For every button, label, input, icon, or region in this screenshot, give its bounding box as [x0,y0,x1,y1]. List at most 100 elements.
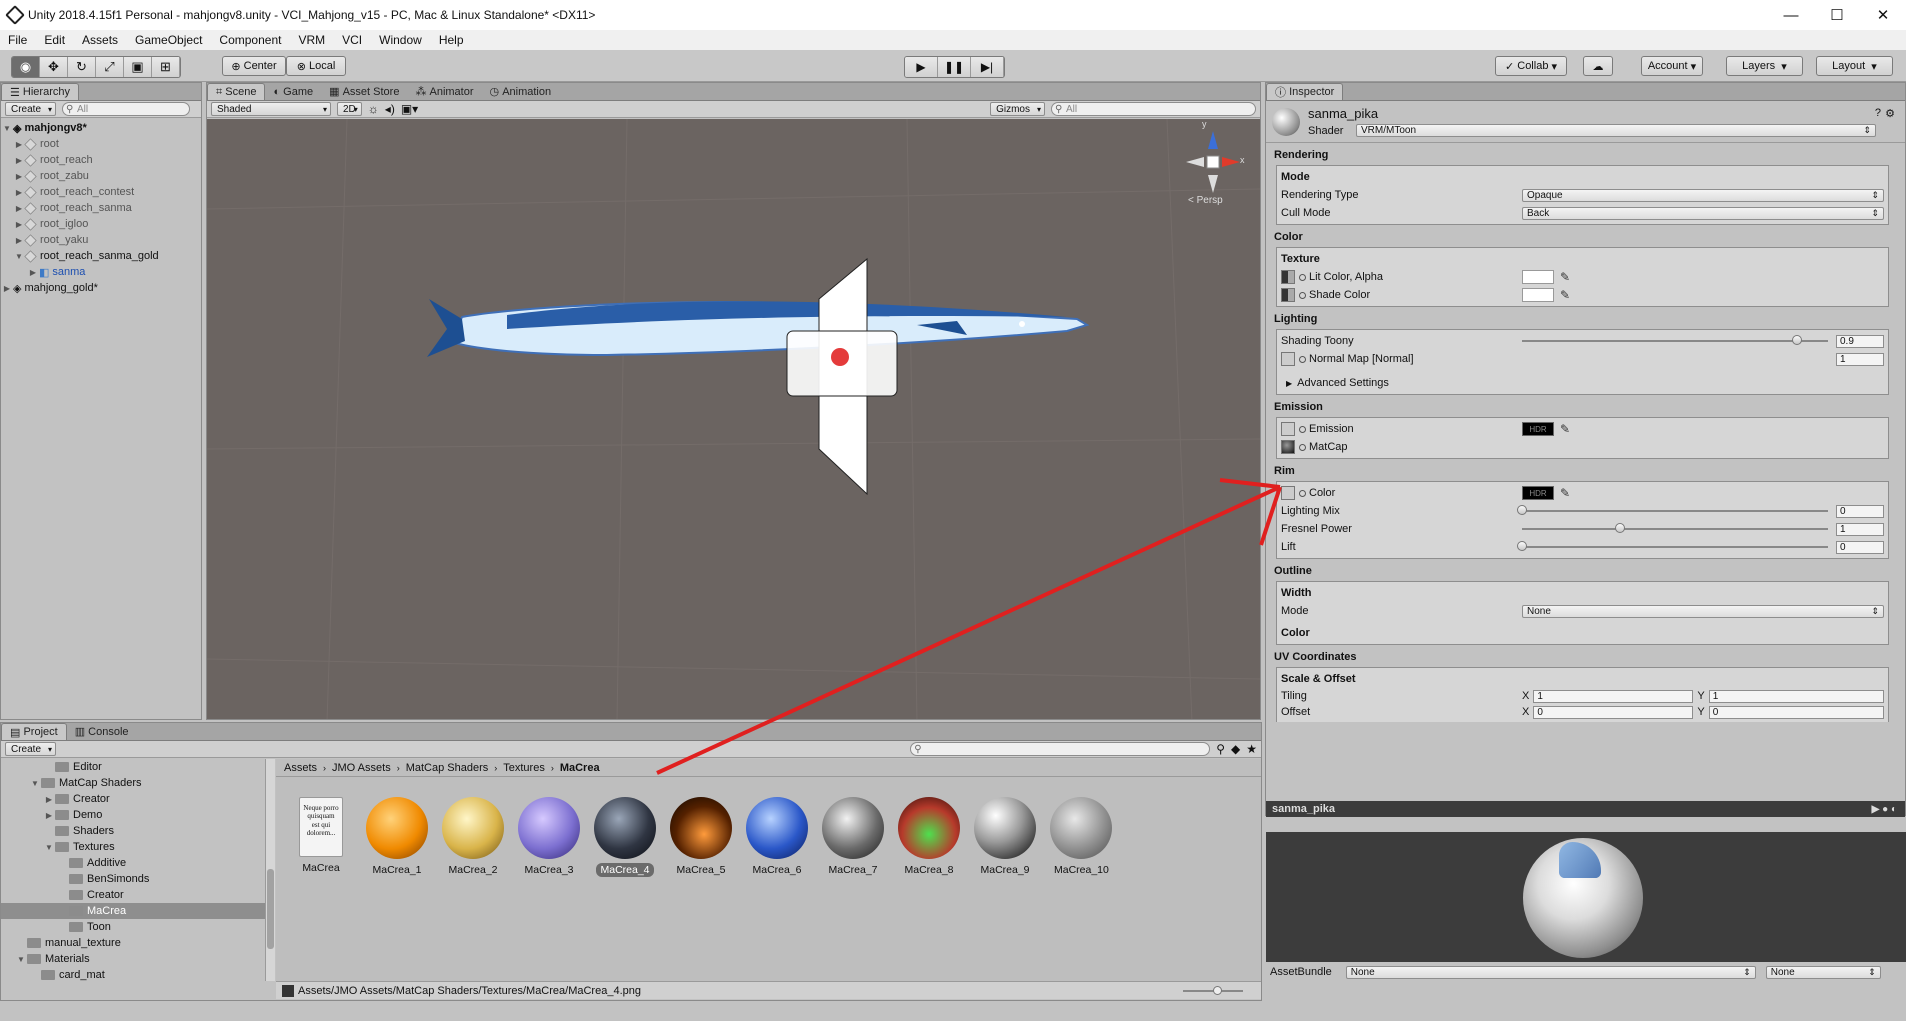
tab-hierarchy[interactable]: ☰ Hierarchy [1,83,79,100]
menu-assets[interactable]: Assets [74,33,127,47]
asset-item[interactable]: MaCrea_6 [746,797,808,877]
shade-texture-slot[interactable] [1281,288,1295,302]
project-folder-item[interactable]: Additive [1,855,265,871]
hierarchy-item[interactable]: ▶ root_yaku [1,232,201,248]
settings-gear-icon[interactable]: ⚙ [1885,107,1895,120]
project-folder-item[interactable]: ▶ Creator [1,791,265,807]
shader-dropdown[interactable]: VRM/MToon [1356,124,1876,137]
breadcrumb-item[interactable]: MatCap Shaders [406,762,489,774]
project-folder-item[interactable]: Creator [1,887,265,903]
object-picker-icon[interactable] [1299,489,1306,497]
layers-dropdown[interactable]: Layers ▾ [1726,56,1803,76]
scene-gizmo[interactable]: y x < Persp [1178,119,1248,207]
hierarchy-item[interactable]: ▼ root_reach_sanma_gold [1,248,201,264]
asset-item[interactable]: MaCrea_1 [366,797,428,877]
filter-label-icon[interactable]: ◆ [1231,742,1240,756]
fresnel-power-field[interactable]: 1 [1836,522,1884,536]
fish-model[interactable] [427,257,1090,496]
hierarchy-search-input[interactable]: All [62,102,191,116]
hierarchy-item[interactable]: ▶ root_reach_sanma [1,200,201,216]
project-folder-item[interactable]: Shaders [1,823,265,839]
eyedropper-icon[interactable]: ✎ [1560,422,1570,436]
eyedropper-icon[interactable]: ✎ [1560,288,1570,302]
rim-hdr-swatch[interactable]: HDR [1522,486,1554,500]
menu-component[interactable]: Component [211,33,290,47]
assetbundle-dropdown[interactable]: None [1345,965,1756,979]
gizmos-dropdown[interactable]: Gizmos [990,102,1045,116]
rect-tool-icon[interactable]: ▣ [124,57,152,77]
project-search-input[interactable] [910,742,1211,756]
asset-item[interactable]: MaCrea_2 [442,797,504,877]
project-folder-item[interactable]: ▼ Materials [1,951,265,967]
view-tool-icon[interactable]: ◉ [12,57,40,77]
menu-gameobject[interactable]: GameObject [127,33,211,47]
perspective-label[interactable]: < Persp [1188,195,1223,206]
fresnel-power-slider[interactable] [1522,523,1828,533]
tab-console[interactable]: ▥ Console [67,723,137,740]
scale-tool-icon[interactable]: ⤢ [96,57,124,77]
play-icon[interactable]: ▶ [905,57,938,77]
offset-x-field[interactable]: 0 [1533,705,1694,719]
project-folder-item[interactable]: ▼ MatCap Shaders [1,775,265,791]
material-preview[interactable]: AssetBundle None None [1266,832,1906,982]
maximize-button[interactable]: ☐ [1814,0,1860,30]
audio-toggle-icon[interactable]: ◂) [385,102,395,116]
transform-tool-icon[interactable]: ⊞ [152,57,180,77]
tab-animation[interactable]: ◷ Animation [482,83,560,100]
help-icon[interactable]: ? [1875,107,1881,119]
pause-icon[interactable]: ❚❚ [938,57,971,77]
object-picker-icon[interactable] [1299,273,1306,281]
hierarchy-item[interactable]: ▶ root_igloo [1,216,201,232]
emission-texture-slot[interactable] [1281,422,1295,436]
asset-item[interactable]: MaCrea_5 [670,797,732,877]
lift-field[interactable]: 0 [1836,540,1884,554]
rotate-tool-icon[interactable]: ↻ [68,57,96,77]
preview-play-icon[interactable]: ▶ ● ◐ [1872,804,1897,815]
lighting-toggle-icon[interactable]: ☼ [368,102,379,116]
tab-scene[interactable]: ⌗ Scene [207,83,266,100]
asset-item[interactable]: MaCrea_3 [518,797,580,877]
hierarchy-item[interactable]: ▶ root_reach [1,152,201,168]
object-picker-icon[interactable] [1299,291,1306,299]
rim-texture-slot[interactable] [1281,486,1295,500]
normal-map-slot[interactable] [1281,352,1295,366]
icon-size-slider[interactable] [1183,985,1243,995]
project-folder-item[interactable]: BenSimonds [1,871,265,887]
hierarchy-item-sanma[interactable]: ▶ ◧ sanma [1,264,201,280]
tab-project[interactable]: ▤ Project [1,723,67,740]
offset-y-field[interactable]: 0 [1708,705,1884,719]
breadcrumb-item[interactable]: Assets [284,762,317,774]
asset-item[interactable]: MaCrea_10 [1050,797,1112,877]
collab-dropdown[interactable]: ✓ Collab ▾ [1495,56,1567,76]
object-picker-icon[interactable] [1299,425,1306,433]
object-picker-icon[interactable] [1299,443,1306,451]
lit-color-swatch[interactable] [1522,270,1554,284]
menu-window[interactable]: Window [371,33,431,47]
hierarchy-create-button[interactable]: Create [5,102,57,116]
tab-game[interactable]: ◐ Game [265,83,321,100]
asset-item[interactable]: Neque porro quisquam est qui dolorem... M… [290,797,352,875]
breadcrumb-item[interactable]: Textures [503,762,545,774]
pivot-local-button[interactable]: ⊗ Local [286,56,346,76]
hierarchy-item[interactable]: ▶ root_reach_contest [1,184,201,200]
account-dropdown[interactable]: Account ▾ [1641,56,1703,76]
scene-row-mahjongv8[interactable]: ▼ ◈ mahjongv8* [1,120,201,136]
advanced-settings-foldout[interactable]: ▶ Advanced Settings [1277,374,1888,392]
shading-toony-slider[interactable] [1522,335,1828,345]
tiling-x-field[interactable]: 1 [1533,689,1694,703]
tab-inspector[interactable]: ⓘ Inspector [1266,83,1344,100]
favorite-icon[interactable]: ★ [1246,742,1257,756]
hierarchy-item[interactable]: ▶ root_zabu [1,168,201,184]
project-folder-item[interactable]: Toon [1,919,265,935]
hierarchy-item[interactable]: ▶ root [1,136,201,152]
assetbundle-variant-dropdown[interactable]: None [1765,965,1881,979]
close-button[interactable]: ✕ [1860,0,1906,30]
emission-hdr-swatch[interactable]: HDR [1522,422,1554,436]
asset-item[interactable]: MaCrea_4 [594,797,656,877]
cloud-icon[interactable]: ☁ [1583,56,1613,76]
toggle-2d-button[interactable]: 2D [337,102,362,116]
filter-type-icon[interactable]: ⚲ [1216,742,1225,756]
asset-item[interactable]: MaCrea_8 [898,797,960,877]
scene-viewport[interactable]: y x < Persp [207,119,1260,719]
project-folder-item[interactable]: manual_texture [1,935,265,951]
